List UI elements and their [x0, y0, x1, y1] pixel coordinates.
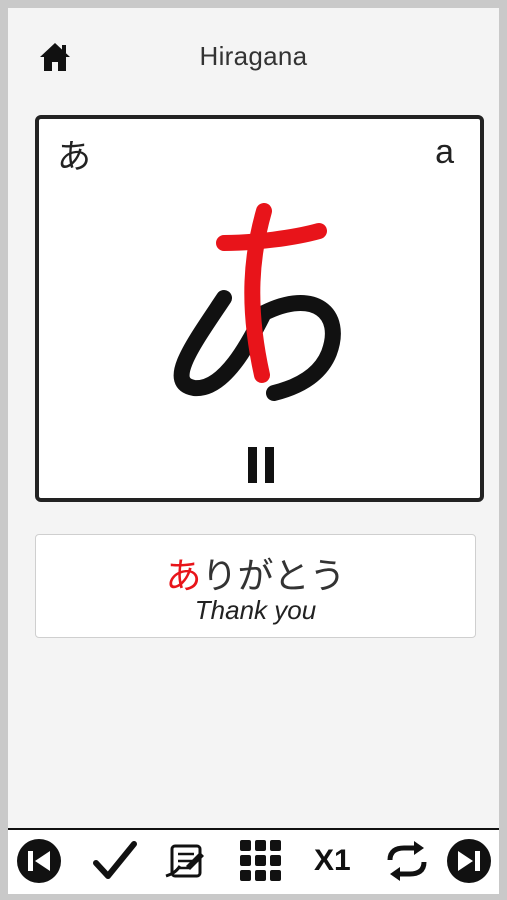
example-rest: りがとう	[201, 556, 346, 597]
character-card: あ a	[35, 115, 484, 502]
previous-icon[interactable]	[14, 836, 64, 886]
example-word: ありがとう	[36, 547, 475, 599]
speed-toggle[interactable]: X1	[314, 844, 351, 878]
stroke-order-glyph	[154, 203, 344, 413]
example-word-card: ありがとう Thank you	[35, 534, 476, 638]
page-title: Hiragana	[199, 41, 308, 71]
next-icon[interactable]	[444, 836, 494, 886]
example-meaning: Thank you	[194, 595, 317, 625]
pause-icon[interactable]	[248, 447, 274, 483]
app-screen: Hiragana あ a ありがとう Thank you X1	[8, 8, 499, 894]
bottom-toolbar: X1	[8, 828, 499, 894]
romaji-label: a	[435, 133, 454, 171]
writing-practice-icon[interactable]	[160, 836, 210, 886]
header: Hiragana	[8, 8, 499, 104]
repeat-icon[interactable]	[382, 836, 432, 886]
kana-label: あ	[57, 137, 91, 177]
check-icon[interactable]	[90, 836, 140, 886]
grid-icon[interactable]	[236, 836, 286, 886]
example-highlighted-kana: あ	[165, 556, 202, 597]
